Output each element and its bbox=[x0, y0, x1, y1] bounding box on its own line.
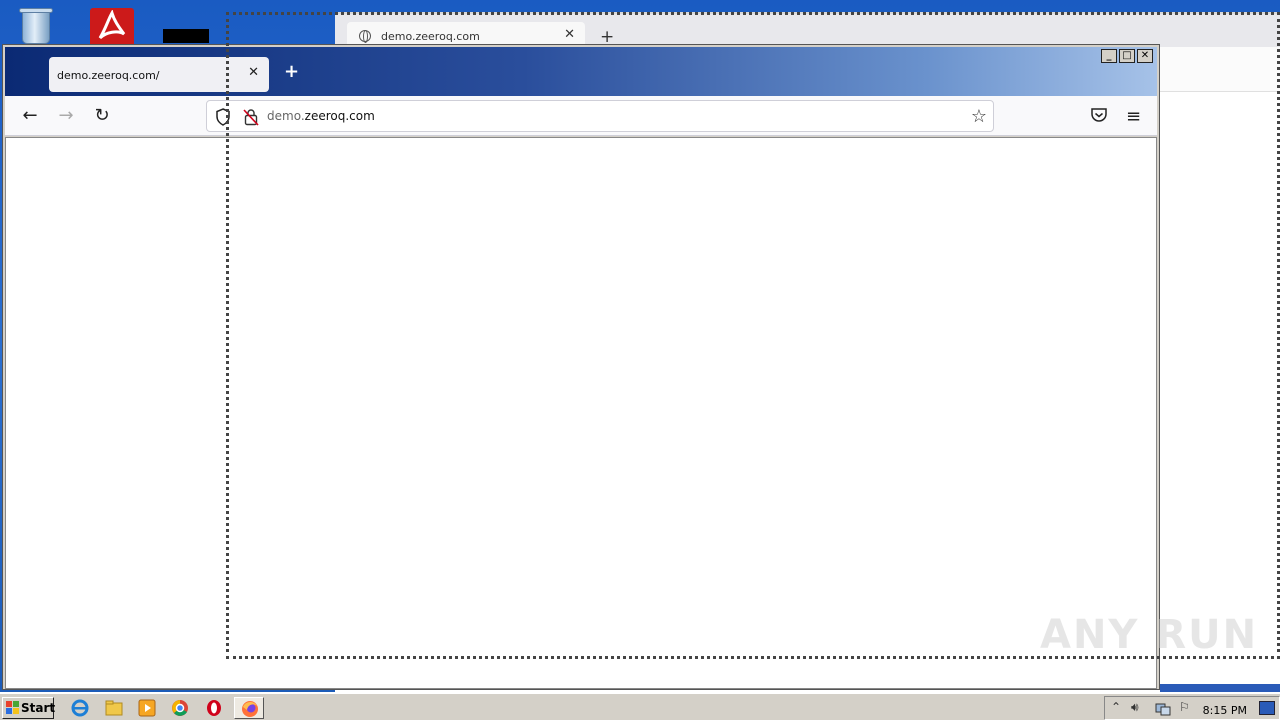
hamburger-menu-icon[interactable]: ≡ bbox=[1126, 106, 1141, 127]
url-text[interactable]: demo.zeeroq.com bbox=[267, 109, 375, 123]
bookmark-star-icon[interactable]: ☆ bbox=[971, 106, 987, 127]
media-player-icon[interactable] bbox=[137, 698, 157, 718]
redacted-desktop-item[interactable] bbox=[163, 29, 209, 43]
acrobat-reader-icon[interactable] bbox=[90, 6, 134, 48]
tab-active[interactable]: demo.zeeroq.com/ ✕ bbox=[49, 57, 269, 92]
new-tab-button[interactable]: + bbox=[284, 61, 299, 82]
address-bar[interactable]: demo.zeeroq.com ☆ bbox=[206, 100, 994, 132]
firefox-icon bbox=[242, 701, 258, 717]
insecure-lock-icon[interactable] bbox=[243, 108, 259, 126]
internet-explorer-icon[interactable] bbox=[70, 698, 90, 718]
action-center-flag-icon[interactable]: ⚐ bbox=[1179, 700, 1190, 714]
windows-flag-icon bbox=[6, 701, 19, 714]
browser-window: demo.zeeroq.com/ ✕ + _ □ ✕ ← → ↻ demo.ze… bbox=[2, 44, 1160, 690]
minimize-button[interactable]: _ bbox=[1101, 49, 1117, 63]
pocket-icon[interactable] bbox=[1090, 107, 1108, 124]
watermark-logo: ANY RUN bbox=[1040, 612, 1259, 658]
maximize-button[interactable]: □ bbox=[1119, 49, 1135, 63]
start-label: Start bbox=[21, 701, 56, 715]
close-icon[interactable]: ✕ bbox=[564, 27, 575, 42]
show-desktop-icon[interactable] bbox=[1259, 701, 1275, 715]
taskbar: Start ⌃ 🔊︎ ⚐ 8:15 PM bbox=[0, 692, 1280, 720]
background-tab-strip: demo.zeeroq.com ✕ + bbox=[335, 14, 1280, 50]
window-controls: _ □ ✕ bbox=[1101, 49, 1153, 63]
background-tab-label: demo.zeeroq.com bbox=[381, 30, 480, 43]
volume-icon[interactable]: 🔊︎ bbox=[1131, 700, 1139, 715]
background-window-edge bbox=[1160, 684, 1280, 692]
globe-icon bbox=[359, 30, 371, 43]
network-icon[interactable] bbox=[1155, 701, 1171, 717]
title-bar[interactable]: demo.zeeroq.com/ ✕ + _ □ ✕ bbox=[5, 47, 1157, 96]
start-button[interactable]: Start bbox=[2, 697, 56, 719]
page-content[interactable] bbox=[5, 137, 1157, 689]
shield-icon[interactable] bbox=[215, 108, 231, 126]
url-subdomain: demo. bbox=[267, 109, 305, 123]
tab-label: demo.zeeroq.com/ bbox=[57, 69, 160, 82]
system-tray: ⌃ 🔊︎ ⚐ 8:15 PM bbox=[1104, 696, 1280, 720]
clock[interactable]: 8:15 PM bbox=[1203, 704, 1247, 717]
file-explorer-icon[interactable] bbox=[104, 698, 124, 718]
nav-toolbar: ← → ↻ demo.zeeroq.com ☆ ≡ bbox=[5, 96, 1157, 136]
back-button[interactable]: ← bbox=[19, 106, 41, 128]
forward-button[interactable]: → bbox=[55, 106, 77, 128]
recycle-bin-icon[interactable] bbox=[16, 6, 56, 46]
close-button[interactable]: ✕ bbox=[1137, 49, 1153, 63]
reload-button[interactable]: ↻ bbox=[91, 106, 113, 128]
url-domain: zeeroq.com bbox=[304, 109, 375, 123]
firefox-taskbar-button[interactable] bbox=[234, 697, 264, 719]
opera-icon[interactable] bbox=[204, 698, 224, 718]
chrome-icon[interactable] bbox=[170, 698, 190, 718]
tab-close-icon[interactable]: ✕ bbox=[248, 65, 259, 80]
tray-expand-icon[interactable]: ⌃ bbox=[1111, 700, 1121, 714]
